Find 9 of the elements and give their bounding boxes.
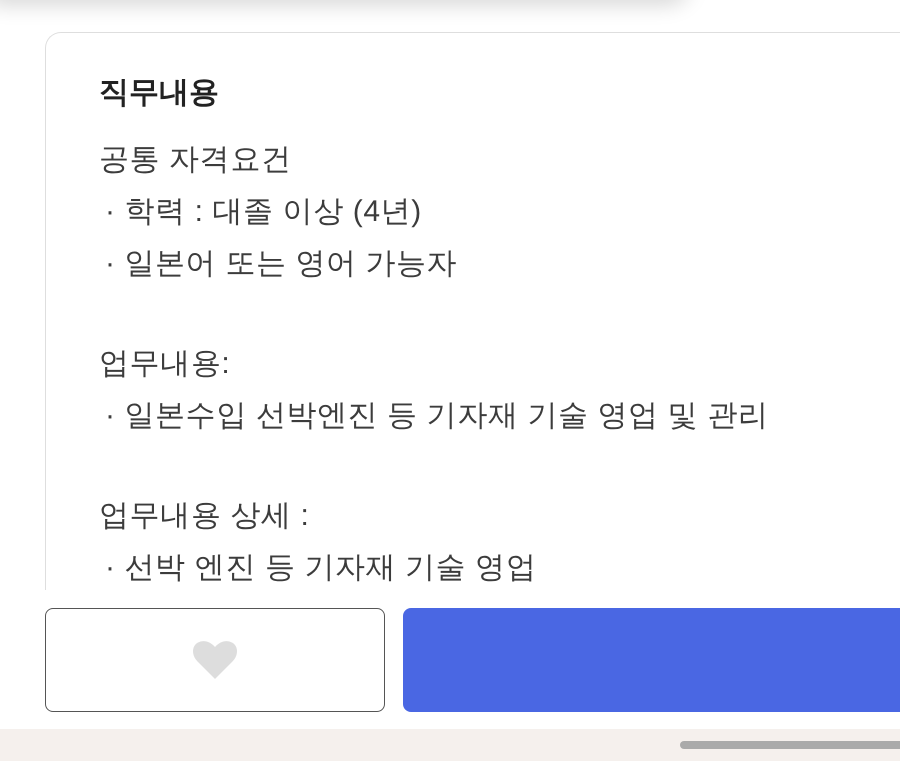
- section-title: 직무내용: [99, 75, 219, 111]
- subsection-heading: 업무내용:: [99, 346, 230, 382]
- bullet-item: · 학력 : 대졸 이상 (4년): [105, 194, 422, 230]
- bullet-item: · 일본수입 선박엔진 등 기자재 기술 영업 및 관리: [105, 398, 768, 434]
- bullet-item: · 일본어 또는 영어 가능자: [105, 246, 458, 282]
- bullet-item: · 선박 엔진 등 기자재 기술 영업: [105, 550, 536, 586]
- favorite-button[interactable]: [45, 608, 385, 712]
- subsection-heading: 공통 자격요건: [99, 142, 292, 178]
- subsection-heading: 업무내용 상세 :: [99, 498, 310, 534]
